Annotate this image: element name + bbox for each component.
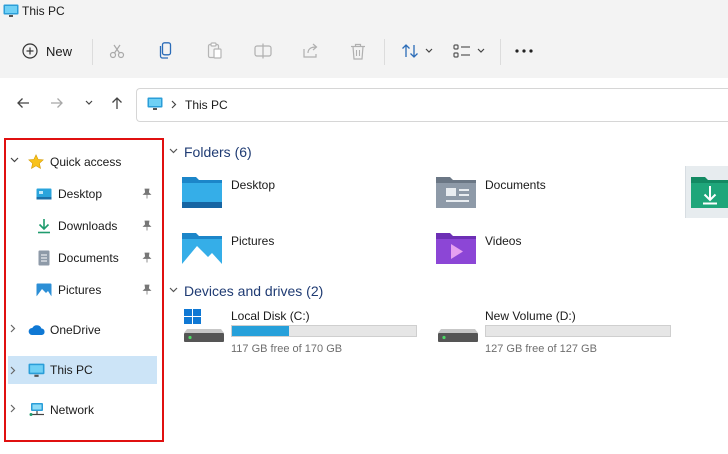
command-bar: New [0,24,728,79]
chevron-down-icon [169,287,178,293]
computer-icon [3,4,19,17]
downloads-folder-icon [691,177,728,208]
folder-label: Desktop [231,178,276,192]
hard-drive-icon [438,329,478,342]
new-button[interactable]: New [16,24,78,78]
cut-button[interactable] [104,24,130,78]
chevron-down-icon [85,100,93,105]
back-button[interactable] [14,94,32,112]
view-button[interactable] [448,24,490,78]
share-icon [303,43,318,58]
paste-icon [207,42,222,59]
more-icon [515,49,533,53]
highlight-callout [4,138,164,442]
copy-icon [159,42,172,59]
documents-folder-icon [436,177,476,208]
sort-icon [402,44,418,58]
address-bar[interactable]: This PC [136,88,728,122]
arrow-left-icon [17,98,29,108]
drives-section-title: Devices and drives (2) [184,283,324,299]
view-icon [453,44,470,58]
copy-button[interactable] [153,24,179,78]
drive-usage-bar [231,325,417,337]
rename-icon [254,43,272,59]
more-options-button[interactable] [510,24,538,78]
breadcrumb[interactable]: This PC [185,98,228,112]
toolbar-divider [92,39,93,65]
recent-locations-button[interactable] [80,94,98,112]
drive-c[interactable]: Local Disk (C:) 117 GB free of 170 GB [183,309,433,361]
delete-icon [351,43,365,60]
arrow-up-icon [112,97,122,109]
arrow-right-icon [51,98,63,108]
delete-button[interactable] [345,24,371,78]
folders-section-title: Folders (6) [184,144,252,160]
forward-button[interactable] [48,94,66,112]
folder-desktop[interactable]: Desktop [181,174,421,218]
window-title: This PC [22,4,65,18]
computer-icon [147,97,163,110]
toolbar-divider [500,39,501,65]
folder-label: Videos [485,234,522,248]
folder-pictures[interactable]: Pictures [181,230,421,274]
drive-free-space: 127 GB free of 127 GB [485,343,597,355]
cut-icon [109,44,125,59]
drives-section-header[interactable]: Devices and drives (2) [169,283,469,303]
up-button[interactable] [108,94,126,112]
rename-button[interactable] [250,24,276,78]
drive-name: New Volume (D:) [485,309,576,323]
sort-button[interactable] [396,24,438,78]
new-button-label: New [45,43,72,59]
chevron-down-icon [477,48,485,53]
address-row: This PC [0,78,728,128]
local-disk-windows-icon [184,309,224,342]
folder-label: Pictures [231,234,275,248]
paste-button[interactable] [202,24,228,78]
drive-d[interactable]: New Volume (D:) 127 GB free of 127 GB [437,309,687,361]
chevron-down-icon [169,148,178,154]
folder-label: Documents [485,178,546,192]
plus-circle-icon [22,43,38,59]
drive-free-space: 117 GB free of 170 GB [231,343,343,355]
pictures-folder-icon [182,233,222,264]
drive-name: Local Disk (C:) [231,309,310,323]
drive-usage-fill [232,326,290,336]
share-button[interactable] [298,24,324,78]
drive-usage-bar [485,325,671,337]
toolbar-divider [384,39,385,65]
folder-videos[interactable]: Videos [435,230,675,274]
chevron-right-icon [171,100,177,109]
folders-section-header[interactable]: Folders (6) [169,144,469,164]
videos-folder-icon [436,233,476,264]
title-bar: This PC [0,0,728,24]
main-content: Folders (6) Desktop Documents Pictures V… [167,128,728,454]
desktop-folder-icon [182,177,222,208]
chevron-down-icon [425,48,433,53]
folder-downloads[interactable] [685,166,728,218]
folder-documents[interactable]: Documents [435,174,675,218]
